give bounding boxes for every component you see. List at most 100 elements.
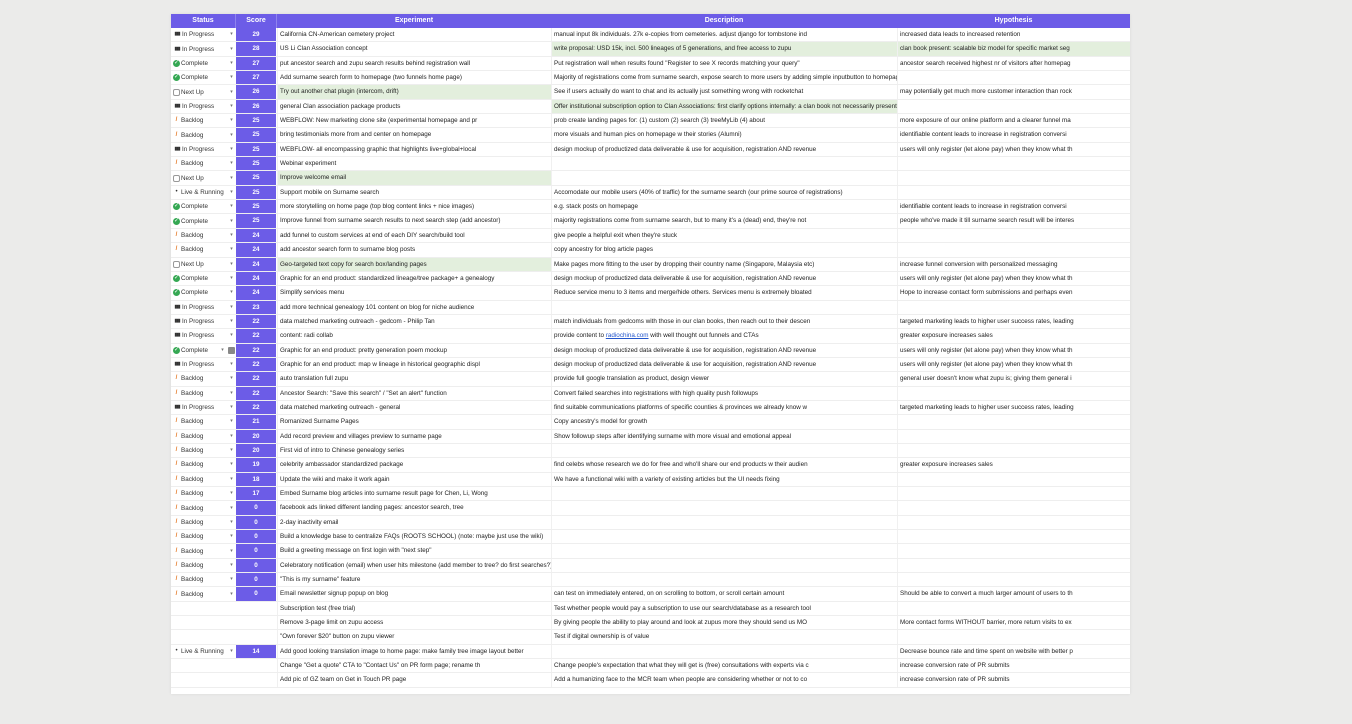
description-cell[interactable]: Reduce service menu to 3 items and merge… <box>551 286 897 300</box>
table-row[interactable]: ▮▮▮ In Progress ▾ 25 WEBFLOW- all encompassi… <box>171 142 1130 158</box>
experiment-cell[interactable]: 2-day inactivity email <box>277 515 551 530</box>
table-row[interactable]: Change "Get a quote" CTA to "Contact Us"… <box>171 659 1130 674</box>
status-cell[interactable]: / Backlog ▾ <box>171 114 235 127</box>
chevron-down-icon[interactable]: ▾ <box>228 358 235 371</box>
experiment-cell[interactable]: Graphic for an end product: map w lineag… <box>277 357 551 372</box>
table-row[interactable]: / Backlog ▾ 0 facebook ads linked different … <box>171 501 1130 516</box>
experiment-cell[interactable]: First vid of intro to Chinese genealogy … <box>277 443 551 458</box>
status-cell[interactable]: Next Up ▾ <box>171 171 235 184</box>
experiment-cell[interactable]: general Clan association package product… <box>277 99 551 114</box>
hypothesis-cell[interactable] <box>897 630 1130 644</box>
score-cell[interactable]: 23 <box>235 300 277 314</box>
chevron-down-icon[interactable]: ▾ <box>228 43 235 56</box>
table-row[interactable]: ▮▮▮ In Progress ▾ 22 content: radi collab pro… <box>171 329 1130 344</box>
table-row[interactable]: / Backlog ▾ 20 First vid of intro to Chinese… <box>171 443 1130 459</box>
table-row[interactable]: / Backlog ▾ 21 Romanized Surname Pages Copy a… <box>171 415 1130 430</box>
status-cell[interactable]: • Live & Running ▾ <box>171 645 235 658</box>
description-cell[interactable]: match individuals from gedcoms with thos… <box>551 314 897 329</box>
description-cell[interactable]: Change people's expectation that what th… <box>551 659 897 673</box>
description-cell[interactable] <box>551 644 897 659</box>
experiment-cell[interactable]: Update the wiki and make it work again <box>277 472 551 486</box>
description-cell[interactable]: design mockup of productized data delive… <box>551 357 897 372</box>
hypothesis-cell[interactable] <box>897 300 1130 314</box>
table-row[interactable]: ▮▮▮ In Progress ▾ 23 add more technical gene… <box>171 300 1130 315</box>
hypothesis-cell[interactable] <box>897 415 1130 429</box>
description-cell[interactable]: provide content to radiochina.com with w… <box>551 329 897 343</box>
experiment-cell[interactable]: "Own forever $20" button on zupu viewer <box>277 630 551 644</box>
experiment-cell[interactable]: put ancestor search and zupu search resu… <box>277 56 551 71</box>
experiment-cell[interactable]: Support mobile on Surname search <box>277 185 551 200</box>
score-cell[interactable]: 22 <box>235 400 277 415</box>
hypothesis-cell[interactable]: general user doesn't know what zupu is; … <box>897 372 1130 386</box>
experiment-cell[interactable]: celebrity ambassador standardized packag… <box>277 458 551 472</box>
description-cell[interactable]: prob create landing pages for: (1) custo… <box>551 114 897 128</box>
experiment-cell[interactable]: Simplify services menu <box>277 286 551 300</box>
chevron-down-icon[interactable]: ▾ <box>228 258 235 271</box>
description-cell[interactable] <box>551 544 897 558</box>
hypothesis-cell[interactable] <box>897 501 1130 515</box>
score-cell[interactable]: 22 <box>235 357 277 372</box>
experiment-cell[interactable]: add more technical genealogy 101 content… <box>277 300 551 314</box>
table-row[interactable]: ✓ Complete ▾ 25 more storytelling on home pa… <box>171 200 1130 215</box>
table-row[interactable]: ✓ Complete ▾ 22 Graphic for an end product: … <box>171 343 1130 358</box>
score-cell[interactable]: 24 <box>235 228 277 243</box>
description-cell[interactable]: We have a functional wiki with a variety… <box>551 472 897 486</box>
status-cell[interactable]: ▮▮▮ In Progress ▾ <box>171 358 235 371</box>
description-cell[interactable]: find suitable communications platforms o… <box>551 400 897 415</box>
status-cell[interactable]: / Backlog ▾ <box>171 516 235 529</box>
hypothesis-cell[interactable] <box>897 487 1130 501</box>
chevron-down-icon[interactable]: ▾ <box>228 516 235 529</box>
status-cell[interactable]: ✓ Complete ▾ <box>171 200 235 213</box>
chevron-down-icon[interactable]: ▾ <box>228 215 235 228</box>
experiment-cell[interactable]: Add good looking translation image to ho… <box>277 644 551 659</box>
table-row[interactable]: / Backlog ▾ 25 bring testimonials more from … <box>171 128 1130 143</box>
experiment-cell[interactable]: more storytelling on home page (top blog… <box>277 200 551 214</box>
score-cell[interactable]: 27 <box>235 56 277 71</box>
status-cell[interactable]: / Backlog ▾ <box>171 128 235 141</box>
experiment-cell[interactable]: add funnel to custom services at end of … <box>277 228 551 243</box>
score-cell[interactable]: 27 <box>235 71 277 85</box>
chevron-down-icon[interactable]: ▾ <box>228 315 235 328</box>
table-row[interactable]: Add pic of GZ team on Get in Touch PR pa… <box>171 673 1130 688</box>
experiment-cell[interactable]: Email newsletter signup popup on blog <box>277 587 551 601</box>
chevron-down-icon[interactable]: ▾ <box>228 57 235 70</box>
table-row[interactable]: • Live & Running ▾ 25 Support mobile on Surn… <box>171 185 1130 201</box>
experiment-cell[interactable]: Graphic for an end product: standardized… <box>277 271 551 286</box>
experiment-cell[interactable]: Improve welcome email <box>277 171 551 185</box>
chevron-down-icon[interactable]: ▾ <box>228 415 235 428</box>
description-cell[interactable]: can test on immediately entered, on on s… <box>551 587 897 601</box>
description-cell[interactable]: more visuals and human pics on homepage … <box>551 128 897 142</box>
chevron-down-icon[interactable]: ▾ <box>228 372 235 385</box>
chevron-down-icon[interactable]: ▾ <box>228 71 235 84</box>
status-cell[interactable]: Next Up ▾ <box>171 258 235 271</box>
description-cell[interactable]: design mockup of productized data delive… <box>551 142 897 157</box>
status-cell[interactable] <box>171 616 235 629</box>
table-row[interactable]: Next Up ▾ 24 Geo-targeted text copy for sea… <box>171 257 1130 272</box>
description-cell[interactable] <box>551 515 897 530</box>
description-cell[interactable]: find celebs whose research we do for fre… <box>551 458 897 472</box>
status-cell[interactable]: ▮▮▮ In Progress ▾ <box>171 315 235 328</box>
description-cell[interactable] <box>551 443 897 458</box>
experiment-cell[interactable]: Build a greeting message on first login … <box>277 544 551 558</box>
score-cell[interactable]: 26 <box>235 99 277 114</box>
experiment-cell[interactable]: Geo-targeted text copy for search box/la… <box>277 257 551 271</box>
table-row[interactable]: ▮▮▮ In Progress ▾ 22 data matched marketing … <box>171 400 1130 416</box>
chevron-down-icon[interactable]: ▾ <box>228 545 235 558</box>
chevron-down-icon[interactable]: ▾ <box>228 530 235 543</box>
status-cell[interactable]: ▮▮▮ In Progress ▾ <box>171 42 235 55</box>
score-cell[interactable]: 22 <box>235 343 277 357</box>
score-cell[interactable]: 28 <box>235 42 277 56</box>
description-cell[interactable] <box>551 300 897 314</box>
chevron-down-icon[interactable]: ▾ <box>228 502 235 515</box>
description-cell[interactable]: design mockup of productized data delive… <box>551 271 897 286</box>
hypothesis-cell[interactable]: increased data leads to increased retent… <box>897 28 1130 42</box>
description-cell[interactable]: majority registrations come from surname… <box>551 214 897 228</box>
status-cell[interactable]: ▮▮▮ In Progress ▾ <box>171 329 235 342</box>
score-cell[interactable]: 22 <box>235 386 277 400</box>
score-cell[interactable] <box>235 616 277 630</box>
description-cell[interactable]: manual input 8k individuals. 27k e-copie… <box>551 28 897 42</box>
chevron-down-icon[interactable]: ▾ <box>228 86 235 99</box>
hypothesis-cell[interactable] <box>897 443 1130 458</box>
table-row[interactable]: / Backlog ▾ 19 celebrity ambassador standard… <box>171 458 1130 473</box>
description-cell[interactable] <box>551 573 897 587</box>
